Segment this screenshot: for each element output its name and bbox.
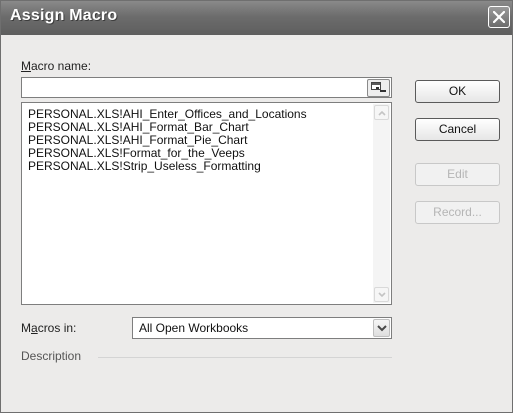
- macro-list-items: PERSONAL.XLS!AHI_Enter_Offices_and_Locat…: [28, 108, 307, 173]
- cancel-button[interactable]: Cancel: [415, 118, 500, 141]
- description-divider: [98, 357, 392, 358]
- title-bar[interactable]: Assign Macro: [1, 1, 512, 35]
- macros-in-value: All Open Workbooks: [139, 321, 249, 335]
- macro-list[interactable]: PERSONAL.XLS!AHI_Enter_Offices_and_Locat…: [21, 102, 392, 305]
- macros-in-select[interactable]: All Open Workbooks: [132, 317, 392, 339]
- macro-name-input[interactable]: [21, 77, 392, 98]
- macros-in-label: Macros in:: [21, 321, 77, 335]
- record-button[interactable]: Record...: [415, 201, 500, 224]
- description-label: Description: [21, 349, 82, 363]
- edit-button[interactable]: Edit: [415, 163, 500, 186]
- collapse-dialog-button[interactable]: [367, 79, 390, 97]
- close-button[interactable]: [488, 6, 510, 28]
- chevron-up-icon: [378, 110, 386, 116]
- window-title: Assign Macro: [10, 7, 118, 24]
- scroll-down-button[interactable]: [374, 287, 389, 302]
- list-scrollbar[interactable]: [373, 104, 390, 303]
- dropdown-button[interactable]: [373, 319, 390, 337]
- list-item[interactable]: PERSONAL.XLS!Strip_Useless_Formatting: [28, 160, 307, 173]
- scroll-up-button[interactable]: [374, 105, 389, 120]
- chevron-down-icon: [378, 292, 386, 298]
- ok-button[interactable]: OK: [415, 80, 500, 103]
- assign-macro-dialog: Assign Macro Macro name: PERSONAL.XLS!AH…: [0, 0, 513, 413]
- macro-name-label: Macro name:: [21, 59, 92, 73]
